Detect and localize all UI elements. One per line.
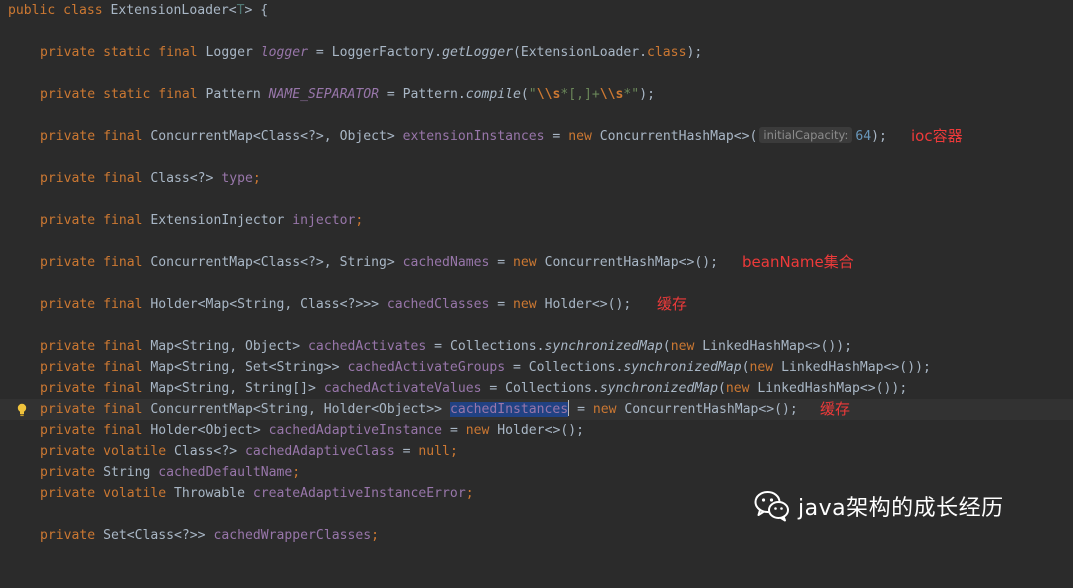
code-line-current[interactable]: private final ConcurrentMap<String, Hold… <box>0 399 1073 420</box>
code-line[interactable]: private static final Pattern NAME_SEPARA… <box>0 84 1073 105</box>
code-line[interactable]: private String cachedDefaultName; <box>0 462 1073 483</box>
watermark: java架构的成长经历 <box>754 486 1004 526</box>
code-line[interactable]: private final ExtensionInjector injector… <box>0 210 1073 231</box>
code-line[interactable]: public class ExtensionLoader<T> { <box>0 0 1073 21</box>
annotation-cache: 缓存 <box>657 295 688 313</box>
code-line[interactable]: private Set<Class<?>> cachedWrapperClass… <box>0 525 1073 546</box>
parameter-hint: initialCapacity: <box>759 127 853 143</box>
code-line[interactable]: private final Class<?> type; <box>0 168 1073 189</box>
code-line[interactable]: private final Map<String, Object> cached… <box>0 336 1073 357</box>
annotation-beanname: beanName集合 <box>742 253 854 271</box>
watermark-text: java架构的成长经历 <box>798 496 1004 521</box>
code-line[interactable]: private volatile Class<?> cachedAdaptive… <box>0 441 1073 462</box>
code-editor[interactable]: public class ExtensionLoader<T> { privat… <box>0 0 1073 555</box>
annotation-cache: 缓存 <box>820 400 851 418</box>
selected-identifier[interactable]: cachedInstances <box>449 402 569 417</box>
code-line[interactable]: private static final Logger logger = Log… <box>0 42 1073 63</box>
annotation-ioc: ioc容器 <box>911 127 963 145</box>
wechat-icon <box>754 491 789 522</box>
code-line[interactable]: private final ConcurrentMap<Class<?>, St… <box>0 252 1073 273</box>
code-line[interactable]: private final Holder<Map<String, Class<?… <box>0 294 1073 315</box>
lightbulb-icon[interactable] <box>17 403 27 417</box>
code-line[interactable]: private final ConcurrentMap<Class<?>, Ob… <box>0 126 1073 147</box>
code-line[interactable]: private final Map<String, Set<String>> c… <box>0 357 1073 378</box>
code-line[interactable]: private final Holder<Object> cachedAdapt… <box>0 420 1073 441</box>
code-line[interactable]: private final Map<String, String[]> cach… <box>0 378 1073 399</box>
